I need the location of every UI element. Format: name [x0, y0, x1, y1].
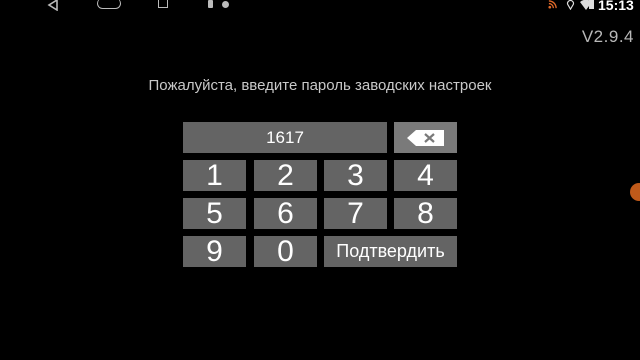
rss-icon: [548, 0, 557, 9]
floating-assist-button[interactable]: [630, 183, 640, 201]
key-1[interactable]: 1: [183, 160, 246, 191]
password-prompt: Пожалуйста, введите пароль заводских нас…: [148, 77, 492, 94]
confirm-button[interactable]: Подтвердить: [324, 236, 457, 267]
key-4[interactable]: 4: [394, 160, 457, 191]
key-2[interactable]: 2: [254, 160, 317, 191]
back-icon[interactable]: [46, 0, 60, 11]
key-8[interactable]: 8: [394, 198, 457, 229]
password-input[interactable]: 1617: [183, 122, 387, 153]
backspace-button[interactable]: [394, 122, 457, 153]
key-5[interactable]: 5: [183, 198, 246, 229]
version-label: V2.9.4: [581, 27, 634, 46]
location-icon: [566, 0, 575, 10]
usb-icon: [208, 0, 213, 8]
recent-apps-icon[interactable]: [158, 0, 168, 8]
key-0[interactable]: 0: [254, 236, 317, 267]
record-dot-icon: [222, 1, 229, 8]
key-3[interactable]: 3: [324, 160, 387, 191]
home-icon[interactable]: [97, 0, 121, 9]
clock: 15:13: [598, 0, 634, 13]
key-6[interactable]: 6: [254, 198, 317, 229]
key-7[interactable]: 7: [324, 198, 387, 229]
battery-icon: [589, 0, 594, 9]
key-9[interactable]: 9: [183, 236, 246, 267]
backspace-icon: [406, 129, 444, 146]
status-bar: 15:13: [0, 0, 640, 14]
